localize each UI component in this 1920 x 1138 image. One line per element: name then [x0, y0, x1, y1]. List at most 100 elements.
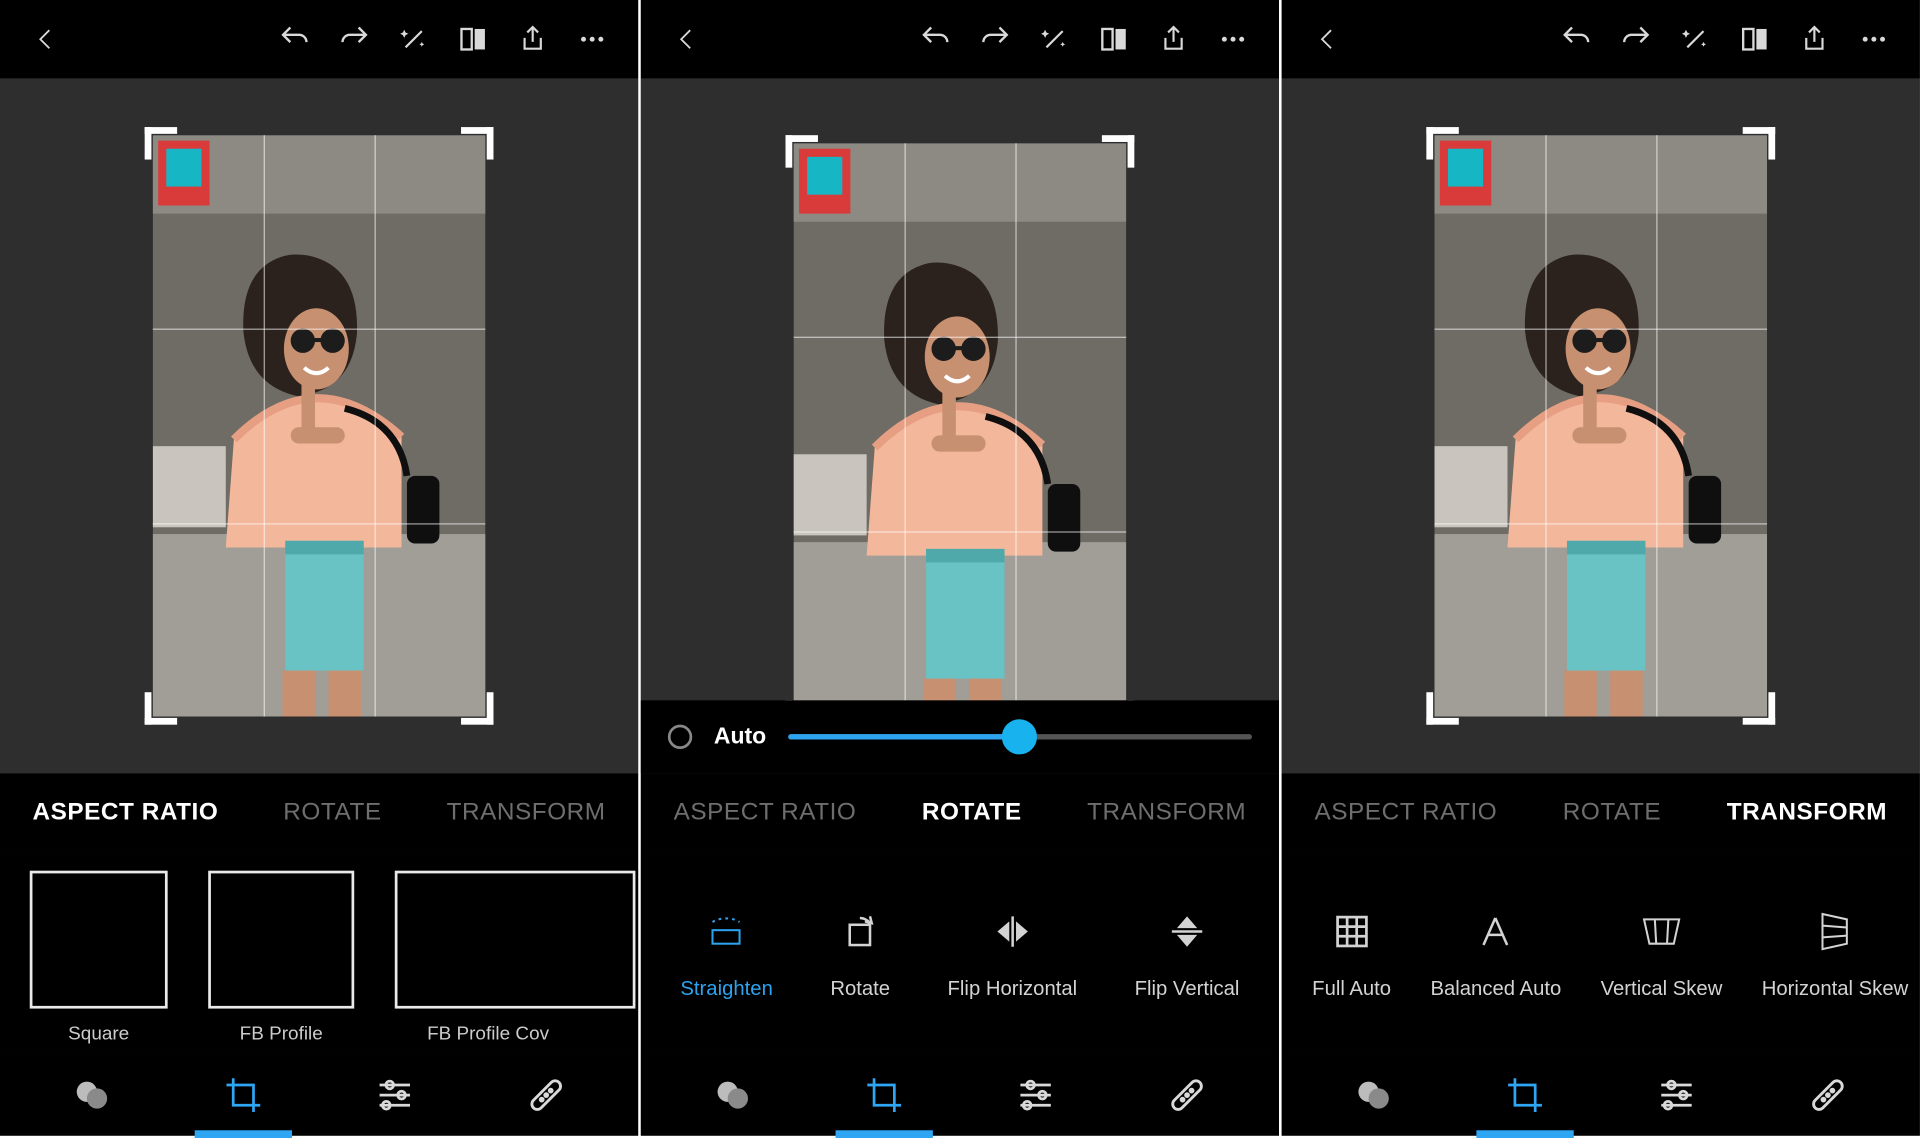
redo-button[interactable] — [1606, 9, 1665, 68]
tool-label: Horizontal Skew — [1762, 977, 1909, 1000]
straighten-slider[interactable] — [788, 721, 1252, 753]
tool-flip-vertical[interactable]: Flip Vertical — [1135, 904, 1240, 1000]
more-button[interactable] — [1844, 9, 1903, 68]
tab-rotate[interactable]: ROTATE — [283, 797, 381, 825]
tool-horizontal-skew[interactable]: Horizontal Skew — [1762, 904, 1909, 1000]
rotate-tools: Straighten Rotate Flip Horizontal Flip V… — [641, 849, 1279, 1055]
nav-heal[interactable] — [1787, 1065, 1868, 1124]
crop-tab-bar: ASPECT RATIO ROTATE TRANSFORM — [641, 773, 1279, 849]
screen-rotate: Auto ASPECT RATIO ROTATE TRANSFORM Strai… — [641, 0, 1279, 1136]
more-button[interactable] — [1203, 9, 1262, 68]
magic-wand-button[interactable] — [1025, 9, 1084, 68]
top-toolbar — [0, 0, 638, 78]
tab-aspect-ratio[interactable]: ASPECT RATIO — [1314, 797, 1497, 825]
screen-aspect-ratio: ASPECT RATIO ROTATE TRANSFORM Square FB … — [0, 0, 638, 1136]
tab-rotate[interactable]: ROTATE — [1563, 797, 1661, 825]
undo-button[interactable] — [265, 9, 324, 68]
nav-adjust[interactable] — [1636, 1065, 1717, 1124]
crop-handle-tr[interactable] — [1743, 127, 1775, 159]
nav-adjust[interactable] — [995, 1065, 1076, 1124]
share-button[interactable] — [1785, 9, 1844, 68]
tool-label: Flip Horizontal — [948, 977, 1078, 1000]
aspect-square[interactable]: Square — [30, 871, 168, 1044]
nav-adjust[interactable] — [354, 1065, 435, 1124]
tool-label: Full Auto — [1312, 977, 1391, 1000]
crop-handle-bl[interactable] — [1426, 692, 1458, 724]
bottom-nav — [0, 1055, 638, 1136]
top-toolbar — [1282, 0, 1920, 78]
photo — [153, 135, 486, 716]
aspect-label: FB Profile — [240, 1022, 323, 1044]
more-button[interactable] — [562, 9, 621, 68]
crop-frame[interactable] — [1434, 135, 1767, 716]
photo — [1434, 135, 1767, 716]
tool-vertical-skew[interactable]: Vertical Skew — [1601, 904, 1723, 1000]
auto-label: Auto — [714, 723, 766, 750]
tool-label: Flip Vertical — [1135, 977, 1240, 1000]
aspect-label: FB Profile Cov — [427, 1022, 549, 1044]
undo-button[interactable] — [906, 9, 965, 68]
tool-label: Straighten — [680, 977, 772, 1000]
share-button[interactable] — [1144, 9, 1203, 68]
tab-aspect-ratio[interactable]: ASPECT RATIO — [32, 797, 218, 825]
nav-filters[interactable] — [1333, 1065, 1414, 1124]
compare-button[interactable] — [1084, 9, 1143, 68]
nav-crop[interactable] — [1484, 1065, 1565, 1124]
bottom-nav — [641, 1055, 1279, 1136]
magic-wand-button[interactable] — [384, 9, 443, 68]
redo-button[interactable] — [965, 9, 1024, 68]
crop-frame[interactable] — [794, 143, 1127, 724]
tab-transform[interactable]: TRANSFORM — [447, 797, 606, 825]
nav-heal[interactable] — [506, 1065, 587, 1124]
crop-handle-tl[interactable] — [145, 127, 177, 159]
tool-straighten[interactable]: Straighten — [680, 904, 772, 1000]
photo — [794, 143, 1127, 724]
screen-transform: ASPECT RATIO ROTATE TRANSFORM Full Auto … — [1282, 0, 1920, 1136]
nav-heal[interactable] — [1146, 1065, 1227, 1124]
undo-button[interactable] — [1547, 9, 1606, 68]
crop-handle-tl[interactable] — [1426, 127, 1458, 159]
magic-wand-button[interactable] — [1666, 9, 1725, 68]
tool-label: Balanced Auto — [1430, 977, 1561, 1000]
tab-transform[interactable]: TRANSFORM — [1727, 797, 1887, 825]
tab-aspect-ratio[interactable]: ASPECT RATIO — [674, 797, 857, 825]
tool-label: Rotate — [830, 977, 890, 1000]
crop-handle-tr[interactable] — [1102, 135, 1134, 167]
image-canvas[interactable]: Auto — [641, 78, 1279, 773]
auto-radio[interactable] — [668, 725, 692, 749]
tool-balanced-auto[interactable]: Balanced Auto — [1430, 904, 1561, 1000]
tool-full-auto[interactable]: Full Auto — [1312, 904, 1391, 1000]
tab-rotate[interactable]: ROTATE — [922, 797, 1022, 825]
redo-button[interactable] — [324, 9, 383, 68]
rotate-auto-bar: Auto — [641, 700, 1279, 773]
nav-crop[interactable] — [203, 1065, 284, 1124]
tool-rotate[interactable]: Rotate — [830, 904, 890, 1000]
image-canvas[interactable] — [1282, 78, 1920, 773]
back-button[interactable] — [1298, 9, 1357, 68]
image-canvas[interactable] — [0, 78, 638, 773]
aspect-ratio-tools: Square FB Profile FB Profile Cov — [0, 849, 638, 1055]
aspect-fb-profile[interactable]: FB Profile — [208, 871, 354, 1044]
crop-frame[interactable] — [153, 135, 486, 716]
bottom-nav — [1282, 1055, 1920, 1136]
back-button[interactable] — [657, 9, 716, 68]
tab-transform[interactable]: TRANSFORM — [1087, 797, 1246, 825]
nav-filters[interactable] — [692, 1065, 773, 1124]
crop-handle-br[interactable] — [1743, 692, 1775, 724]
crop-tab-bar: ASPECT RATIO ROTATE TRANSFORM — [1282, 773, 1920, 849]
share-button[interactable] — [503, 9, 562, 68]
crop-handle-tr[interactable] — [461, 127, 493, 159]
tool-flip-horizontal[interactable]: Flip Horizontal — [948, 904, 1078, 1000]
back-button[interactable] — [16, 9, 75, 68]
crop-handle-bl[interactable] — [145, 692, 177, 724]
compare-button[interactable] — [443, 9, 502, 68]
nav-filters[interactable] — [51, 1065, 132, 1124]
nav-crop[interactable] — [844, 1065, 925, 1124]
compare-button[interactable] — [1725, 9, 1784, 68]
crop-handle-br[interactable] — [461, 692, 493, 724]
aspect-fb-profile-cover[interactable]: FB Profile Cov — [395, 871, 582, 1044]
crop-handle-tl[interactable] — [786, 135, 818, 167]
transform-tools: Full Auto Balanced Auto Vertical Skew Ho… — [1282, 849, 1920, 1055]
top-toolbar — [641, 0, 1279, 78]
slider-thumb[interactable] — [1002, 719, 1037, 754]
